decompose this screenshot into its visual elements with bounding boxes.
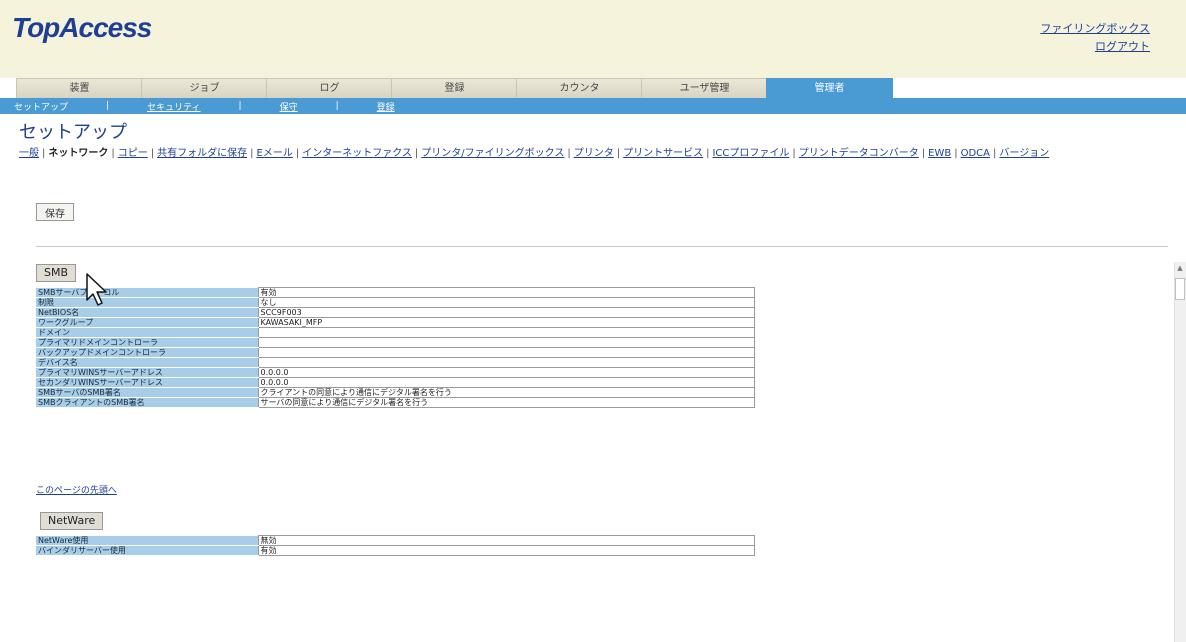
row-value: クライアントの同意により通信にデジタル署名を行う xyxy=(257,387,755,398)
row-value: 0.0.0.0 xyxy=(257,367,755,378)
subnav-separator: | xyxy=(335,101,339,111)
row-label: ワークグループ xyxy=(36,317,258,328)
table-row: バインダリサーバー使用 有効 xyxy=(36,545,755,556)
table-row: NetWare使用 無効 xyxy=(36,535,755,546)
link-network-current: ネットワーク xyxy=(48,148,109,159)
row-label: SMBサーバプロトコル xyxy=(36,287,258,298)
tab-counter[interactable]: カウンタ xyxy=(516,78,643,98)
link-printer-filing-box[interactable]: プリンタ/ファイリングボックス xyxy=(421,148,564,159)
sub-navigation: セットアップ | セキュリティ | 保守 | 登録 xyxy=(0,98,1186,114)
tab-job[interactable]: ジョブ xyxy=(141,78,268,98)
row-label: セカンダリWINSサーバーアドレス xyxy=(36,377,258,388)
function-links: 一般 | ネットワーク | コピー | 共有フォルダに保存 | Eメール | インターネットファクス… xyxy=(19,148,1050,159)
table-row: プライマリドメインコントローラ xyxy=(36,337,755,348)
smb-section-button[interactable]: SMB xyxy=(36,264,77,282)
row-value: 0.0.0.0 xyxy=(257,377,755,388)
link-print-service[interactable]: プリントサービス xyxy=(623,148,703,159)
table-row: プライマリWINSサーバーアドレス 0.0.0.0 xyxy=(36,367,755,378)
row-value xyxy=(257,357,755,368)
logout-link[interactable]: ログアウト xyxy=(1040,38,1150,56)
row-label: バインダリサーバー使用 xyxy=(36,545,258,556)
table-row: SMBクライアントのSMB署名 サーバの同意により通信にデジタル署名を行う xyxy=(36,397,755,408)
link-odca[interactable]: ODCA xyxy=(961,148,990,159)
mouse-cursor-icon xyxy=(86,273,107,306)
row-value: なし xyxy=(257,297,755,308)
link-general[interactable]: 一般 xyxy=(19,148,39,159)
table-row: NetBIOS名 SCC9F003 xyxy=(36,307,755,318)
filing-box-link[interactable]: ファイリングボックス xyxy=(1040,20,1150,38)
netware-settings-table: NetWare使用 無効 バインダリサーバー使用 有効 xyxy=(36,535,755,556)
subnav-registration[interactable]: 登録 xyxy=(377,100,395,113)
link-save-to-shared-folder[interactable]: 共有フォルダに保存 xyxy=(157,148,247,159)
tab-log[interactable]: ログ xyxy=(266,78,393,98)
subnav-security[interactable]: セキュリティ xyxy=(147,100,200,113)
subnav-separator: | xyxy=(238,101,242,111)
smb-settings-table: SMBサーバプロトコル 有効 制限 なし NetBIOS名 SCC9F003 ワークグ… xyxy=(36,287,755,408)
row-value: SCC9F003 xyxy=(257,307,755,318)
link-copy[interactable]: コピー xyxy=(118,148,148,159)
row-value xyxy=(257,337,755,348)
page-top-link[interactable]: このページの先頭へ xyxy=(36,483,117,496)
header: TopAccess ファイリングボックス ログアウト xyxy=(0,0,1186,78)
tab-device[interactable]: 装置 xyxy=(16,78,143,98)
row-value: KAWASAKI_MFP xyxy=(257,317,755,328)
page-title: セットアップ xyxy=(19,122,127,143)
divider xyxy=(36,246,1168,247)
row-label: デバイス名 xyxy=(36,357,258,368)
subnav-maintenance[interactable]: 保守 xyxy=(280,100,298,113)
table-row: バックアップドメインコントローラ xyxy=(36,347,755,358)
row-label: SMBサーバのSMB署名 xyxy=(36,387,258,398)
scroll-up-icon[interactable]: ▲ xyxy=(1174,262,1186,274)
row-label: プライマリドメインコントローラ xyxy=(36,337,258,348)
row-label: 制限 xyxy=(36,297,258,308)
subnav-separator: | xyxy=(106,101,110,111)
header-links: ファイリングボックス ログアウト xyxy=(1040,20,1150,56)
link-ewb[interactable]: EWB xyxy=(928,148,951,159)
table-row: SMBサーバプロトコル 有効 xyxy=(36,287,755,298)
row-value: 無効 xyxy=(257,535,755,546)
row-label: SMBクライアントのSMB署名 xyxy=(36,397,258,408)
table-row: セカンダリWINSサーバーアドレス 0.0.0.0 xyxy=(36,377,755,388)
row-label: NetWare使用 xyxy=(36,535,258,546)
main-tabs: 装置 ジョブ ログ 登録 カウンタ ユーザ管理 管理者 xyxy=(16,78,893,98)
link-printer[interactable]: プリンタ xyxy=(574,148,614,159)
netware-section-button[interactable]: NetWare xyxy=(40,512,104,530)
table-row: ワークグループ KAWASAKI_MFP xyxy=(36,317,755,328)
table-row: デバイス名 xyxy=(36,357,755,368)
table-row: 制限 なし xyxy=(36,297,755,308)
scrollbar-thumb[interactable] xyxy=(1175,278,1185,300)
row-value: 有効 xyxy=(257,287,755,298)
link-internet-fax[interactable]: インターネットファクス xyxy=(302,148,412,159)
row-value: 有効 xyxy=(257,545,755,556)
row-value: サーバの同意により通信にデジタル署名を行う xyxy=(257,397,755,408)
row-value xyxy=(257,347,755,358)
link-version[interactable]: バージョン xyxy=(999,148,1049,159)
row-label: プライマリWINSサーバーアドレス xyxy=(36,367,258,378)
row-value xyxy=(257,327,755,338)
tab-registration[interactable]: 登録 xyxy=(391,78,518,98)
tab-user-management[interactable]: ユーザ管理 xyxy=(641,78,768,98)
row-label: ドメイン xyxy=(36,327,258,338)
table-row: ドメイン xyxy=(36,327,755,338)
vertical-scrollbar[interactable] xyxy=(1174,262,1186,642)
table-row: SMBサーバのSMB署名 クライアントの同意により通信にデジタル署名を行う xyxy=(36,387,755,398)
link-email[interactable]: Eメール xyxy=(257,148,293,159)
topaccess-logo: TopAccess xyxy=(12,12,152,43)
link-print-data-converter[interactable]: プリントデータコンバータ xyxy=(799,148,919,159)
save-button[interactable]: 保存 xyxy=(36,203,74,221)
tab-administrator[interactable]: 管理者 xyxy=(766,78,893,98)
row-label: NetBIOS名 xyxy=(36,307,258,318)
link-icc-profile[interactable]: ICCプロファイル xyxy=(712,148,789,159)
subnav-setup[interactable]: セットアップ xyxy=(14,100,68,113)
row-label: バックアップドメインコントローラ xyxy=(36,347,258,358)
